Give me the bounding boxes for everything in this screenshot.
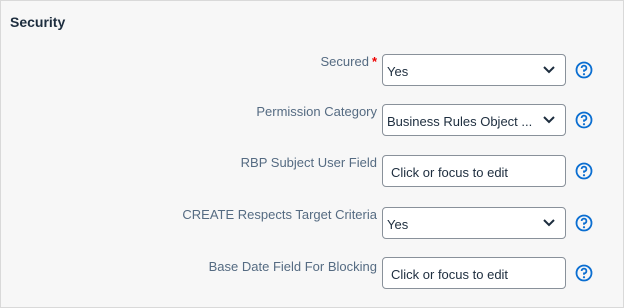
chevron-down-icon <box>543 66 555 74</box>
field-label-text: Secured <box>320 54 369 69</box>
permission-category-select[interactable]: Business Rules Object ... <box>382 104 566 136</box>
section-title: Security <box>10 14 66 30</box>
rbp-subject-user-field-input[interactable]: Click or focus to edit <box>382 155 566 187</box>
input-value: Click or focus to edit <box>391 165 509 180</box>
field-row-permission-category: Permission Category Business Rules Objec… <box>1 104 624 136</box>
question-circle-icon[interactable] <box>575 162 593 180</box>
create-respects-target-criteria-select[interactable]: Yes <box>382 207 566 239</box>
select-value: Business Rules Object ... <box>387 114 533 129</box>
field-row-create-respects-target-criteria: CREATE Respects Target Criteria Yes <box>1 207 624 239</box>
field-row-rbp-subject-user-field: RBP Subject User Field Click or focus to… <box>1 155 624 187</box>
field-row-base-date-field-for-blocking: Base Date Field For Blocking Click or fo… <box>1 257 624 289</box>
secured-select[interactable]: Yes <box>382 54 566 86</box>
question-circle-icon[interactable] <box>575 264 593 282</box>
field-label-base-date-field-for-blocking: Base Date Field For Blocking <box>208 259 377 274</box>
field-label-rbp-subject-user-field: RBP Subject User Field <box>240 155 377 170</box>
chevron-down-icon <box>543 116 555 124</box>
field-label-create-respects-target-criteria: CREATE Respects Target Criteria <box>182 207 377 222</box>
question-circle-icon[interactable] <box>575 61 593 79</box>
chevron-down-icon <box>543 219 555 227</box>
question-circle-icon[interactable] <box>575 111 593 129</box>
required-indicator: * <box>371 54 377 69</box>
base-date-field-for-blocking-input[interactable]: Click or focus to edit <box>382 257 566 289</box>
field-row-secured: Secured * Yes <box>1 54 624 86</box>
field-label-permission-category: Permission Category <box>256 104 377 119</box>
question-circle-icon[interactable] <box>575 214 593 232</box>
input-value: Click or focus to edit <box>391 267 509 282</box>
select-value: Yes <box>387 64 409 79</box>
security-panel: Security Secured * Yes Permission Categor… <box>0 0 624 308</box>
field-label-secured: Secured * <box>321 54 377 69</box>
select-value: Yes <box>387 217 409 232</box>
